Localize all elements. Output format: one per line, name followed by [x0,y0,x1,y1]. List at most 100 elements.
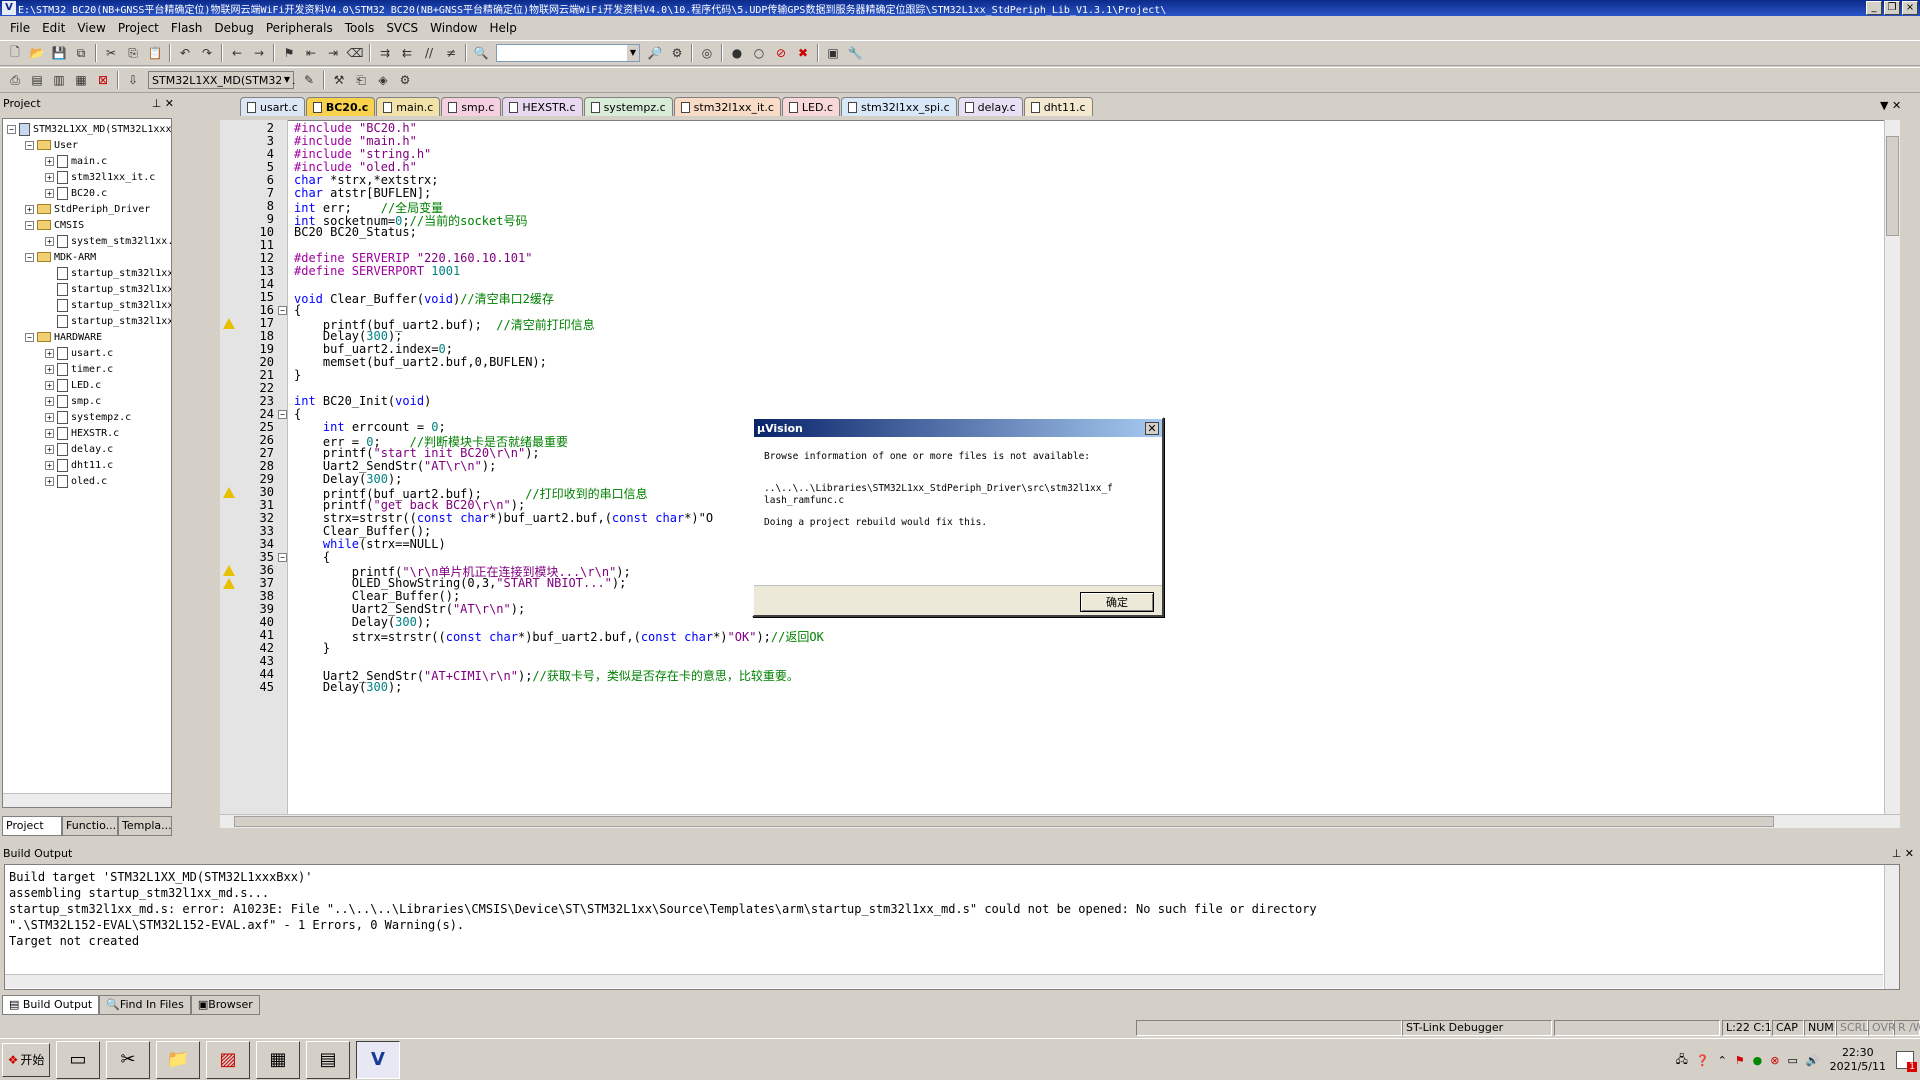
pin-icon[interactable]: ⊥ [1892,847,1902,860]
tree-group[interactable]: − MDK-ARM [25,249,96,265]
pin-icon[interactable]: ⊥ [152,97,162,110]
build-icon[interactable]: ▤ [27,70,47,90]
search-combo[interactable]: ▼ [496,44,640,62]
code-line[interactable]: 14 [220,277,1900,291]
ok-button[interactable]: 确定 [1080,592,1154,612]
tree-file[interactable]: + timer.c [45,361,113,377]
tree-group[interactable]: − HARDWARE [25,329,102,345]
menu-view[interactable]: View [71,21,111,35]
bookmark-icon[interactable]: ⚑ [279,43,299,63]
tray-security-icon[interactable]: ● [1753,1054,1763,1067]
open-file-icon[interactable]: 📂 [27,43,47,63]
taskbar-app-tools-icon[interactable]: ✂ [106,1040,150,1079]
tree-file[interactable]: + stm32l1xx_it.c [45,169,155,185]
tree-group[interactable]: + StdPeriph_Driver [25,201,150,217]
tab-project[interactable]: Project [2,816,62,836]
code-line[interactable]: 5 #include "oled.h" [220,160,1900,174]
zoom-icon[interactable]: ◎ [697,43,717,63]
unindent-icon[interactable]: ⇇ [397,43,417,63]
tab-bc20-c[interactable]: BC20.c [305,97,376,116]
editor-hscroll[interactable] [220,814,1900,828]
start-button[interactable]: ❖ 开始 [2,1042,50,1077]
save-all-icon[interactable]: ⧉ [71,43,91,63]
tab-browser[interactable]: ▣Browser [190,995,260,1015]
tab-dht11-c[interactable]: dht11.c [1023,97,1093,116]
clear-bookmarks-icon[interactable]: ⌫ [345,43,365,63]
fold-toggle-icon[interactable]: − [278,410,287,419]
tab-delay-c[interactable]: delay.c [957,97,1023,116]
tree-group[interactable]: − User [25,137,78,153]
tab-templates[interactable]: Templa... [118,816,172,836]
redo-icon[interactable]: ↷ [197,43,217,63]
tab-build-output[interactable]: ▤ Build Output [2,995,100,1015]
manage-components-icon[interactable]: ⚒ [329,70,349,90]
tab-dropdown-icon[interactable]: ▼ ✕ [1880,99,1901,112]
breakpoint-icon[interactable]: ○ [749,43,769,63]
save-icon[interactable]: 💾 [49,43,69,63]
new-file-icon[interactable]: 🗋 [5,43,25,63]
target-options-icon[interactable]: ✎ [299,70,319,90]
menu-peripherals[interactable]: Peripherals [260,21,339,35]
tab-stm32l1xx-spi-c[interactable]: stm32l1xx_spi.c [841,97,957,116]
tab-hexstr-c[interactable]: HEXSTR.c [502,97,583,116]
uncomment-icon[interactable]: ≠ [441,43,461,63]
kill-breakpoints-icon[interactable]: ✖ [793,43,813,63]
tab-usart-c[interactable]: usart.c [240,97,305,116]
taskbar-app-paint-icon[interactable]: ▨ [206,1040,250,1079]
tree-file[interactable]: + smp.c [45,393,101,409]
tree-file[interactable]: + delay.c [45,441,113,457]
target-select[interactable]: STM32L1XX_MD(STM32L1 ▼ [148,71,295,89]
notification-icon[interactable]: 1 [1896,1051,1917,1072]
tree-hscroll[interactable] [3,793,171,807]
menu-svcs[interactable]: SVCS [380,21,424,35]
menu-debug[interactable]: Debug [208,21,259,35]
tab-smp-c[interactable]: smp.c [441,97,502,116]
code-line[interactable]: 3 #include "main.h" [220,134,1900,148]
file-extensions-icon[interactable]: ⎗ [351,70,371,90]
find-in-files-icon[interactable]: 🔍 [471,43,491,63]
tray-help-icon[interactable]: ❓ [1696,1054,1710,1067]
tray-volume-icon[interactable]: 🔊 [1806,1054,1820,1067]
fold-toggle-icon[interactable]: − [278,306,287,315]
comment-icon[interactable]: // [419,43,439,63]
nav-back-icon[interactable]: ← [227,43,247,63]
code-line[interactable]: 7 char atstr[BUFLEN]; [220,186,1900,200]
taskbar-app-network-icon[interactable]: ▦ [256,1040,300,1079]
code-line[interactable]: 42 } [220,641,1900,655]
tray-flag-icon[interactable]: ⚑ [1735,1054,1745,1067]
code-line[interactable]: 10 BC20 BC20_Status; [220,225,1900,239]
close-button[interactable]: × [1902,1,1918,15]
tree-file[interactable]: startup_stm32l1xx_mdp [57,281,171,297]
incremental-find-icon[interactable]: ⚙ [667,43,687,63]
code-line[interactable]: 12 #define SERVERIP "220.160.10.101" [220,251,1900,265]
tab-systempz-c[interactable]: systempz.c [583,97,673,116]
code-line[interactable]: 45 Delay(300); [220,680,1900,694]
tab-find-in-files[interactable]: 🔍Find In Files [99,995,191,1015]
taskbar-app-folder-icon[interactable]: 📁 [156,1040,200,1079]
code-line[interactable]: 11 [220,238,1900,252]
menu-window[interactable]: Window [424,21,483,35]
output-hscroll[interactable] [5,974,1883,988]
tree-file[interactable]: + BC20.c [45,185,107,201]
code-line[interactable]: 21} [220,368,1900,382]
menu-flash[interactable]: Flash [165,21,208,35]
menu-edit[interactable]: Edit [36,21,71,35]
prev-bookmark-icon[interactable]: ⇤ [301,43,321,63]
rte-icon[interactable]: ⚙ [395,70,415,90]
paste-icon[interactable]: 📋 [145,43,165,63]
code-line[interactable]: 2 #include "BC20.h" [220,121,1900,135]
tree-file[interactable]: + dht11.c [45,457,113,473]
copy-icon[interactable]: ⎘ [123,43,143,63]
code-line[interactable]: 13 #define SERVERPORT 1001 [220,264,1900,278]
undo-icon[interactable]: ↶ [175,43,195,63]
window-layout-icon[interactable]: ▣ [823,43,843,63]
code-line[interactable]: 23 int BC20_Init(void) [220,394,1900,408]
code-line[interactable]: 18 Delay(300); [220,329,1900,343]
nav-forward-icon[interactable]: → [249,43,269,63]
taskbar-app-uvision-icon[interactable]: V [356,1040,400,1079]
code-line[interactable]: 16−{ [220,303,1900,317]
pack-installer-icon[interactable]: ◈ [373,70,393,90]
tab-main-c[interactable]: main.c [376,97,441,116]
tree-file[interactable]: + system_stm32l1xx.c [45,233,171,249]
tree-file[interactable]: startup_stm32l1xx_xl. [57,313,171,329]
